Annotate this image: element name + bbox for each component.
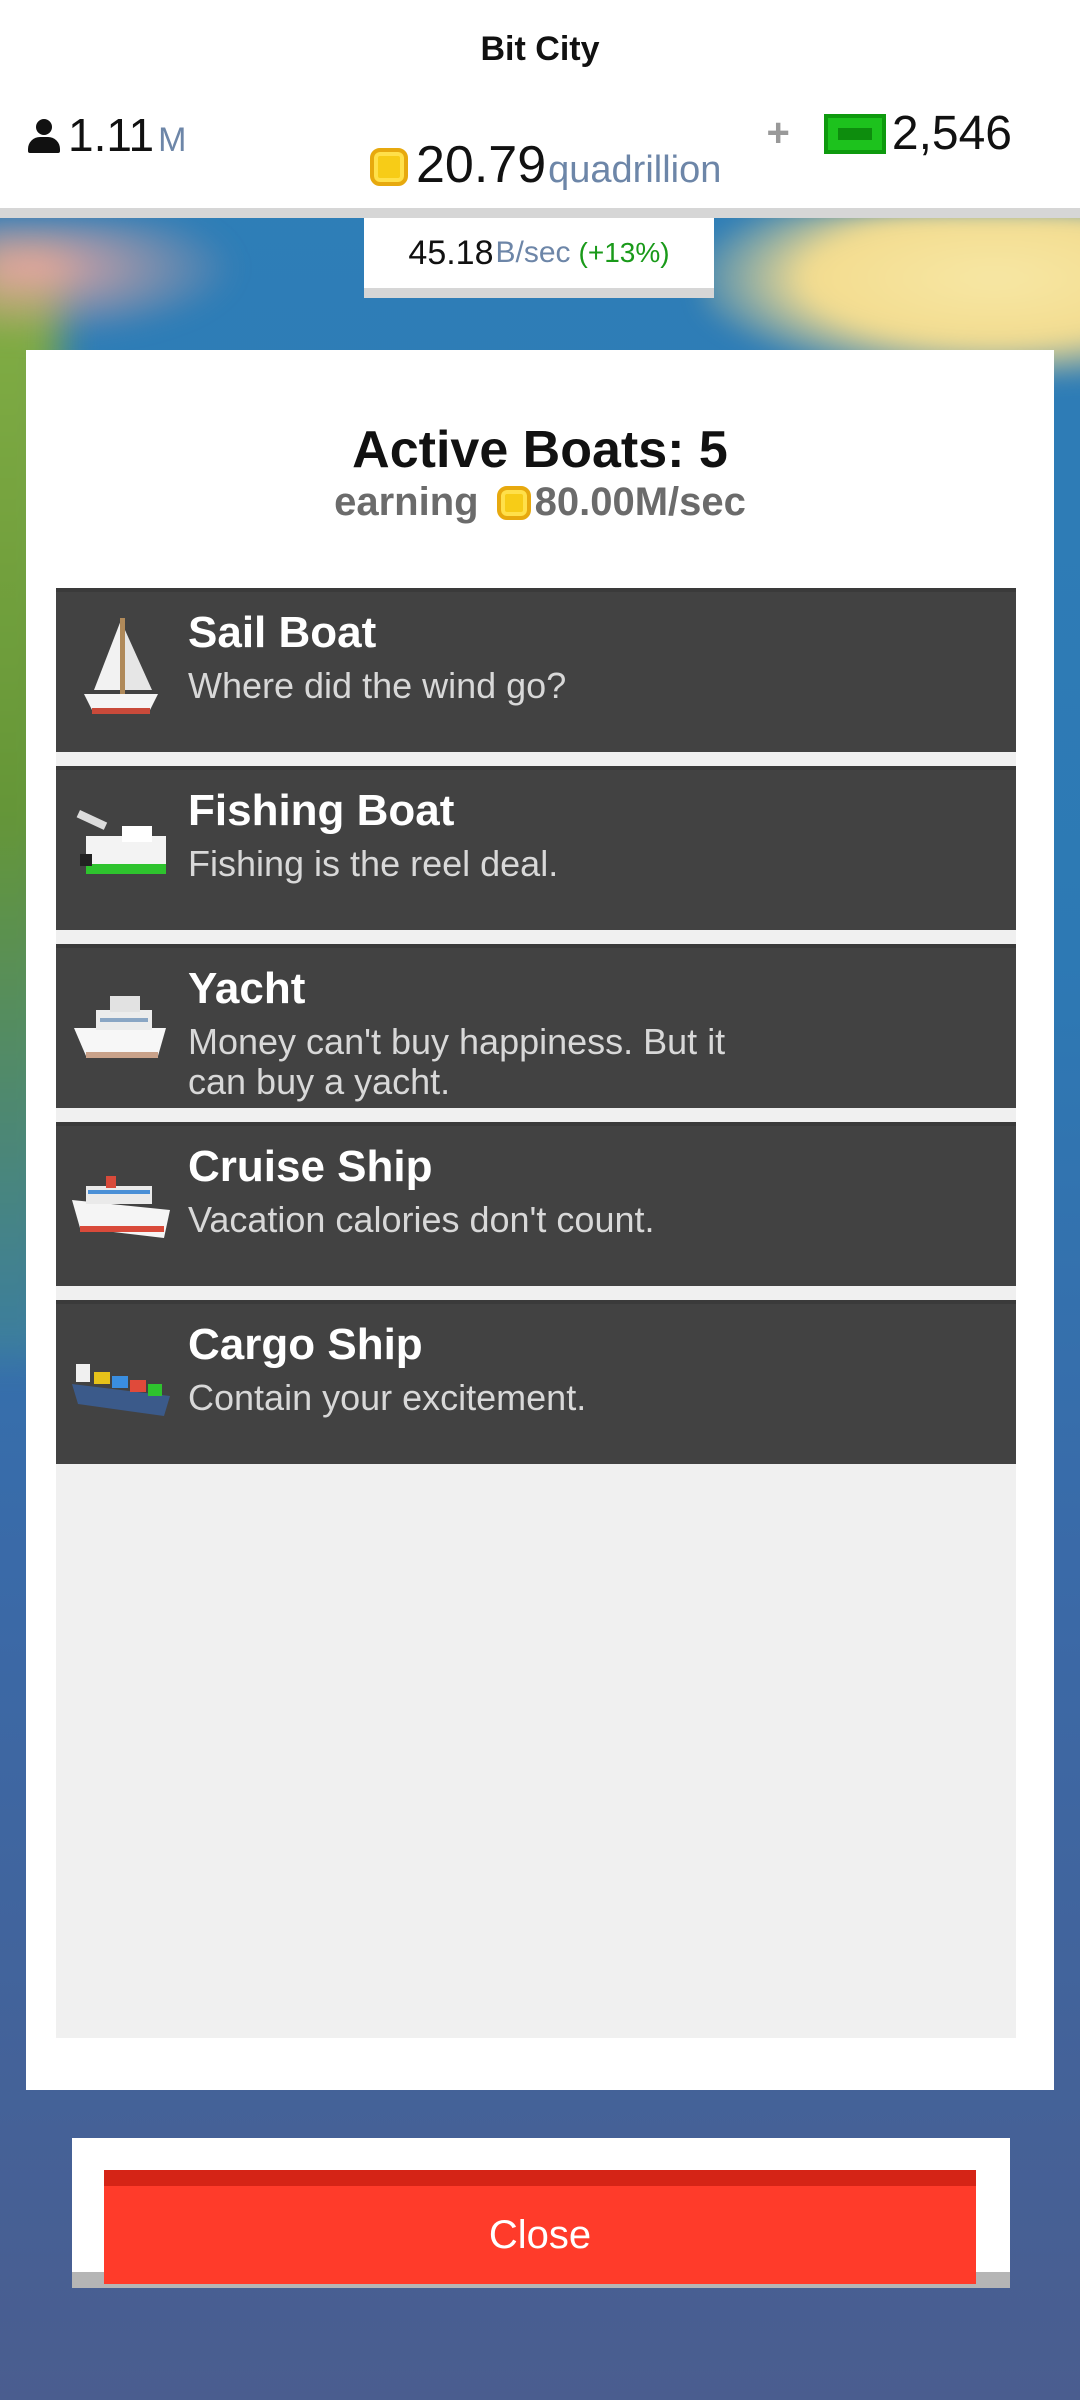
close-panel: Close <box>72 2138 1010 2288</box>
city-name: Bit City <box>480 30 600 68</box>
background-shore <box>0 220 240 340</box>
coin-icon <box>370 148 408 186</box>
boat-description: Contain your excitement. <box>188 1377 587 1418</box>
coin-icon <box>496 485 531 520</box>
list-item[interactable]: Fishing Boat Fishing is the reel deal. <box>56 766 1016 930</box>
boat-name: Cruise Ship <box>188 1142 433 1191</box>
boat-name: Sail Boat <box>188 608 377 657</box>
earning-label: earning <box>334 480 479 524</box>
income-rate-percent: (+13%) <box>578 237 670 268</box>
dialog-title: Active Boats: 5 <box>352 421 728 479</box>
cruise-ship-icon <box>72 1176 170 1238</box>
fishing-boat-icon <box>76 810 166 874</box>
income-rate-value: 45.18 <box>408 233 494 272</box>
coin-unit: quadrillion <box>548 149 722 191</box>
cash-bill-icon <box>823 113 886 154</box>
cash-value: 2,546 <box>891 107 1012 160</box>
boats-dialog: Active Boats: 5 earning 80.00M/sec Sail … <box>26 350 1054 2090</box>
income-rate-box: 45.18 B/sec (+13%) <box>364 218 714 298</box>
boat-name: Fishing Boat <box>188 786 455 835</box>
population-unit: M <box>158 121 187 159</box>
boat-list[interactable]: Sail Boat Where did the wind go? Fishing… <box>56 588 1016 2038</box>
coin-balance[interactable]: 20.79 quadrillion <box>370 135 721 195</box>
boat-name: Cargo Ship <box>188 1320 423 1369</box>
yacht-icon <box>74 996 166 1058</box>
list-item[interactable]: Cargo Ship Contain your excitement. <box>56 1300 1016 1464</box>
cash-balance[interactable]: + 2,546 <box>767 106 1012 161</box>
coin-value: 20.79 <box>416 136 547 194</box>
boat-name: Yacht <box>188 964 306 1013</box>
boat-description: Money can't buy happiness. But it can bu… <box>188 1021 726 1102</box>
boat-description: Vacation calories don't count. <box>188 1199 655 1240</box>
list-item[interactable]: Cruise Ship Vacation calories don't coun… <box>56 1122 1016 1286</box>
earning-value: 80.00M/sec <box>534 480 746 524</box>
sailboat-icon <box>84 618 158 714</box>
cargo-ship-icon <box>72 1364 170 1416</box>
top-status-bar: Bit City 1.11 M 20.79 quadrillion + 2,54… <box>0 0 1080 218</box>
income-rate-unit: B/sec <box>495 236 571 269</box>
boat-description: Where did the wind go? <box>188 665 567 706</box>
boat-description: Fishing is the reel deal. <box>188 843 559 884</box>
dialog-earning: earning 80.00M/sec <box>26 480 1054 525</box>
population-counter[interactable]: 1.11 M <box>26 108 186 162</box>
list-item[interactable]: Yacht Money can't buy happiness. But it … <box>56 944 1016 1108</box>
close-button[interactable]: Close <box>104 2170 976 2284</box>
add-cash-icon[interactable]: + <box>767 111 790 156</box>
list-item[interactable]: Sail Boat Where did the wind go? <box>56 588 1016 752</box>
population-value: 1.11 <box>68 109 155 161</box>
person-icon <box>26 119 62 155</box>
